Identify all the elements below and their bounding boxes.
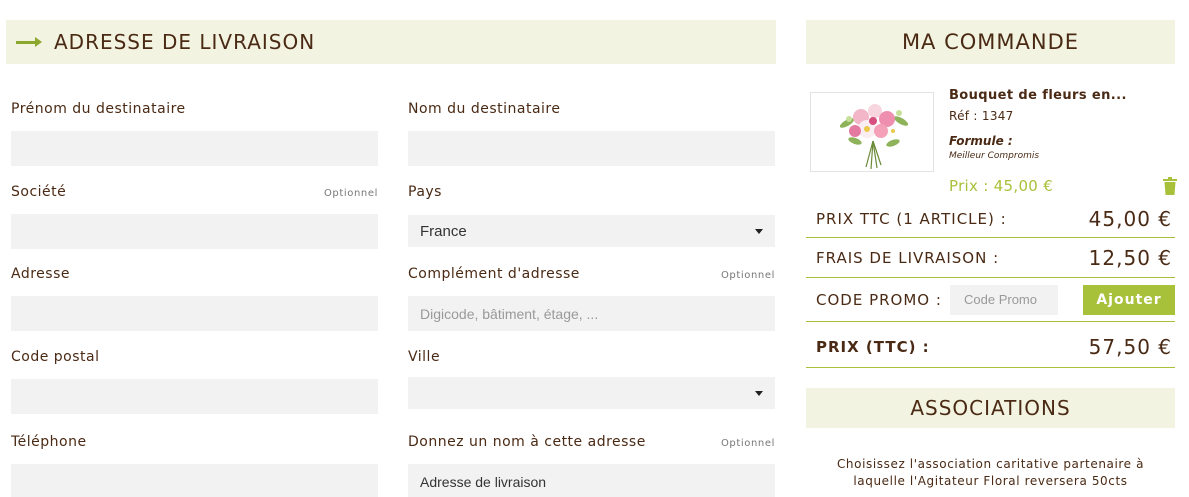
address-label: Adresse xyxy=(11,266,70,282)
country-select[interactable]: France xyxy=(408,215,775,247)
order-summary: MA COMMANDE Bouquet de fleurs en... Réf … xyxy=(806,20,1177,488)
subtotal-value: 45,00 € xyxy=(1088,206,1172,231)
total-label: PRIX (TTC) : xyxy=(816,337,930,356)
city-label: Ville xyxy=(408,349,441,365)
city-field-group: Ville xyxy=(408,349,775,409)
last-name-label: Nom du destinataire xyxy=(408,101,561,117)
associations-title: ASSOCIATIONS xyxy=(910,396,1071,420)
promo-code-input[interactable]: Code Promo xyxy=(950,284,1058,315)
delivery-address-section: ADRESSE DE LIVRAISON xyxy=(6,20,776,64)
company-label: Société xyxy=(11,184,67,200)
address-complement-optional-label: Optionnel xyxy=(720,270,775,281)
cart-item: Bouquet de fleurs en... Réf : 1347 Formu… xyxy=(806,64,1177,198)
country-field-group: Pays France xyxy=(408,184,775,247)
promo-label: CODE PROMO : xyxy=(816,290,942,309)
arrow-right-icon xyxy=(16,35,42,49)
company-input[interactable] xyxy=(11,214,378,249)
total-value: 57,50 € xyxy=(1088,334,1172,359)
delivery-address-title: ADRESSE DE LIVRAISON xyxy=(54,30,316,54)
address-name-optional-label: Optionnel xyxy=(720,438,775,449)
associations-header: ASSOCIATIONS xyxy=(806,388,1175,428)
company-optional-label: Optionnel xyxy=(323,188,378,199)
address-field-group: Adresse xyxy=(11,266,378,331)
subtotal-label: PRIX TTC (1 ARTICLE) : xyxy=(816,209,1007,228)
address-name-field-group: Donnez un nom à cette adresse Optionnel … xyxy=(408,434,775,497)
shipping-label: FRAIS DE LIVRAISON : xyxy=(816,248,1000,267)
delivery-address-header: ADRESSE DE LIVRAISON xyxy=(6,20,776,64)
total-row: PRIX (TTC) : 57,50 € xyxy=(806,326,1175,368)
shipping-row: FRAIS DE LIVRAISON : 12,50 € xyxy=(806,238,1175,278)
formula-value: Meilleur Compromis xyxy=(949,151,1040,161)
city-select[interactable] xyxy=(408,377,775,409)
country-label: Pays xyxy=(408,184,442,200)
product-name[interactable]: Bouquet de fleurs en... xyxy=(949,88,1127,103)
postal-code-label: Code postal xyxy=(11,349,100,365)
postal-code-input[interactable] xyxy=(11,379,378,414)
last-name-input[interactable] xyxy=(408,131,775,166)
address-complement-input[interactable]: Digicode, bâtiment, étage, ... xyxy=(408,296,775,331)
address-name-input[interactable]: Adresse de livraison xyxy=(408,464,775,497)
promo-row: CODE PROMO : Code Promo Ajouter xyxy=(806,278,1175,322)
order-header: MA COMMANDE xyxy=(806,20,1175,64)
associations-description: Choisissez l'association caritative part… xyxy=(836,457,1145,488)
postal-code-field-group: Code postal xyxy=(11,349,378,414)
address-complement-label: Complément d'adresse xyxy=(408,266,580,282)
product-ref: Réf : 1347 xyxy=(949,109,1014,123)
caret-down-icon xyxy=(755,390,763,396)
address-input[interactable] xyxy=(11,296,378,331)
product-price: Prix : 45,00 € xyxy=(949,177,1054,195)
apply-promo-button[interactable]: Ajouter xyxy=(1083,284,1175,315)
caret-down-icon xyxy=(755,228,763,234)
subtotal-row: PRIX TTC (1 ARTICLE) : 45,00 € xyxy=(806,200,1175,238)
phone-input[interactable] xyxy=(11,464,378,497)
phone-label: Téléphone xyxy=(11,434,87,450)
company-field-group: Société Optionnel xyxy=(11,184,378,249)
flower-bouquet-image[interactable] xyxy=(810,92,934,172)
shipping-value: 12,50 € xyxy=(1088,245,1172,270)
order-title: MA COMMANDE xyxy=(901,30,1080,54)
last-name-field-group: Nom du destinataire xyxy=(408,101,775,166)
first-name-field-group: Prénom du destinataire xyxy=(11,101,378,166)
phone-field-group: Téléphone xyxy=(11,434,378,497)
first-name-input[interactable] xyxy=(11,131,378,166)
first-name-label: Prénom du destinataire xyxy=(11,101,186,117)
trash-icon[interactable] xyxy=(1163,177,1177,195)
country-selected-value: France xyxy=(420,222,467,240)
formula-label: Formule : xyxy=(949,134,1013,148)
address-complement-field-group: Complément d'adresse Optionnel Digicode,… xyxy=(408,266,775,331)
address-name-label: Donnez un nom à cette adresse xyxy=(408,434,646,450)
